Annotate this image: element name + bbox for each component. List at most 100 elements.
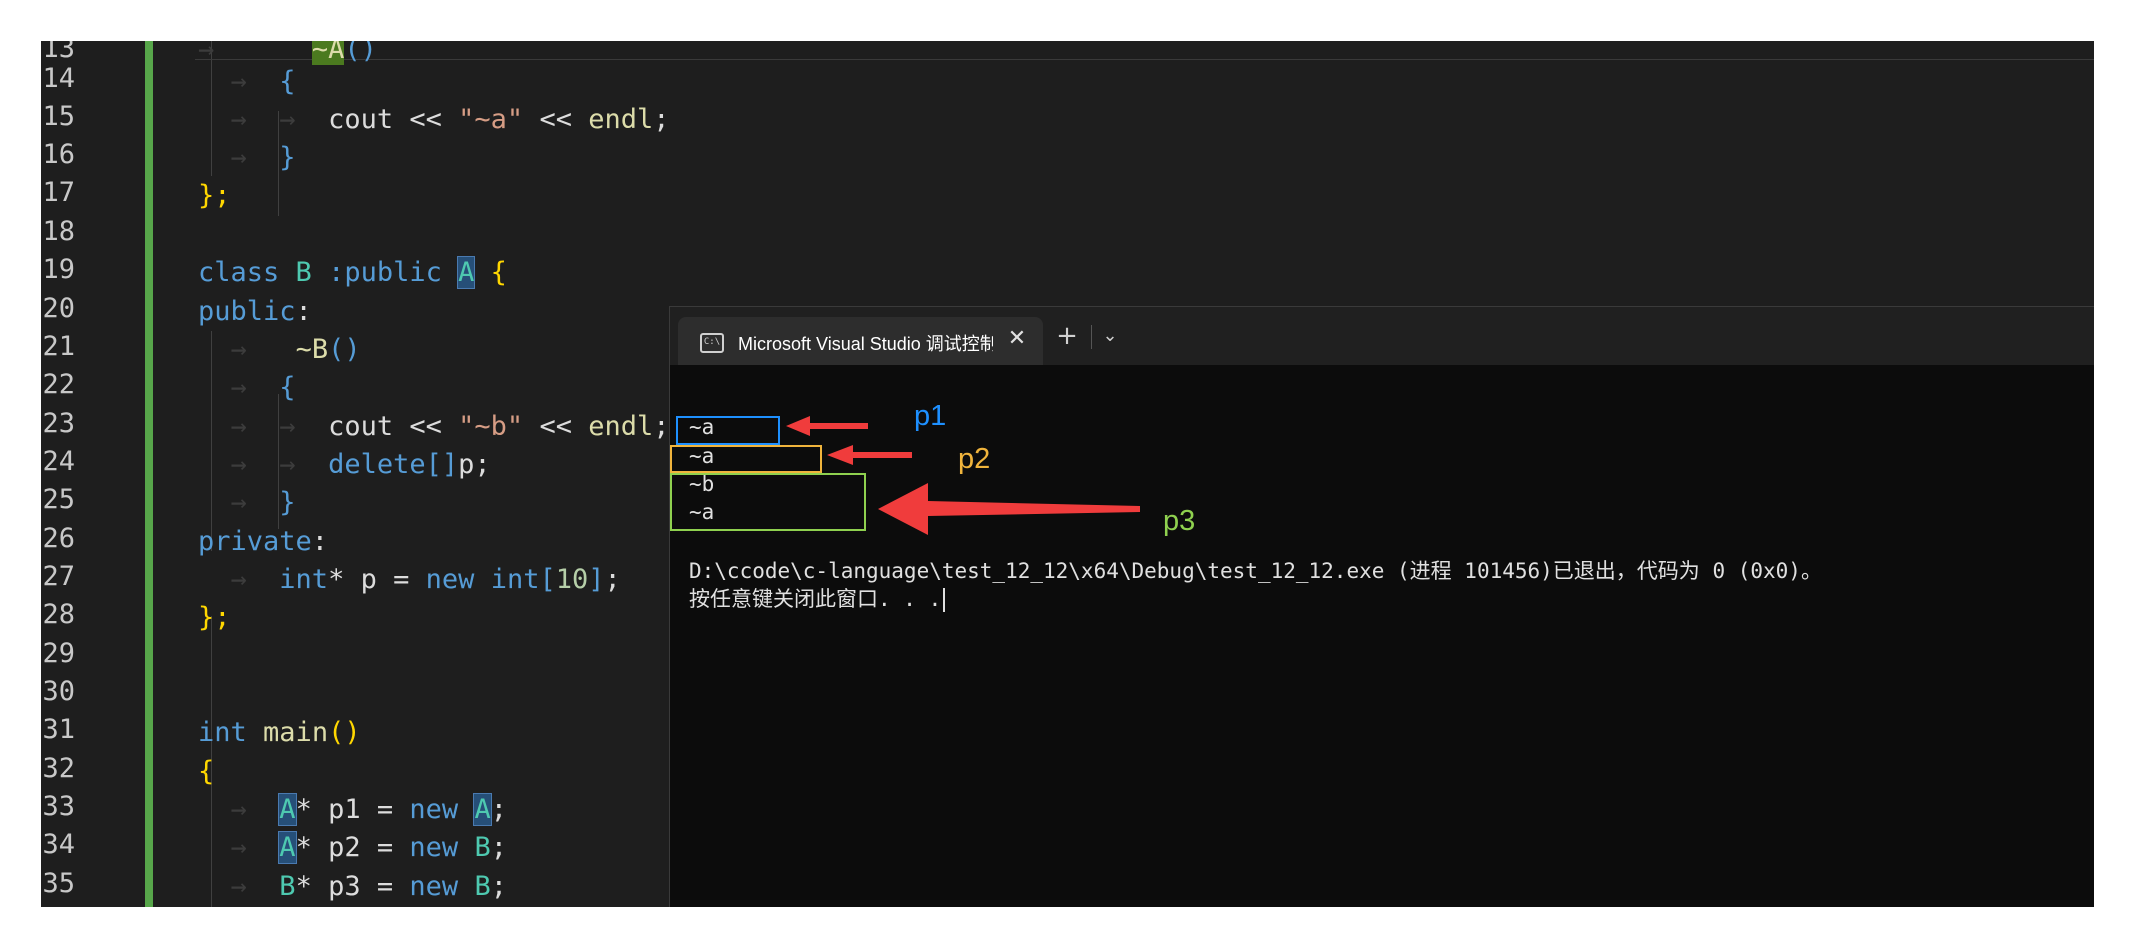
annotation-label-p1: p1: [914, 400, 947, 432]
token: <<: [409, 104, 442, 135]
tab-marker: →: [230, 871, 247, 902]
debug-console-window[interactable]: C:\ Microsoft Visual Studio 调试控制台 ✕ + ⌄ …: [669, 306, 2094, 907]
token: delete: [328, 449, 426, 480]
token: {: [279, 372, 296, 403]
screenshot-frame: 13 14 15 16 17 18 19 20 21 22 23 24 25 2…: [41, 41, 2094, 907]
token: *: [295, 871, 312, 902]
token: <<: [539, 411, 572, 442]
token: 10: [555, 564, 589, 595]
token: =: [376, 832, 394, 863]
code-line-20: public:: [198, 293, 312, 331]
tab-marker: →: [230, 104, 247, 135]
tab-marker: →: [230, 66, 247, 97]
token: {: [279, 66, 296, 97]
tab-marker: →: [198, 41, 215, 65]
token: endl: [588, 411, 654, 442]
line-number: 24: [42, 446, 75, 477]
token: "~b": [458, 411, 524, 442]
line-number: 21: [42, 331, 75, 362]
token: <<: [539, 104, 572, 135]
token: new: [409, 832, 459, 863]
terminal-tab[interactable]: C:\ Microsoft Visual Studio 调试控制台 ✕: [678, 317, 1043, 365]
line-number: 29: [42, 638, 75, 669]
current-line-border: [195, 59, 2094, 60]
token: new: [425, 564, 475, 595]
line-number: 22: [42, 369, 75, 400]
line-number: 31: [42, 714, 75, 745]
token: ;: [653, 411, 670, 442]
code-line-15: → → cout << "~a" << endl;: [198, 101, 670, 139]
token: }: [279, 487, 296, 518]
token: ;: [490, 832, 507, 863]
token: private: [198, 526, 312, 557]
code-line-21: → ~B(): [198, 331, 361, 369]
line-number: 30: [42, 676, 75, 707]
token: B: [295, 257, 312, 288]
token: };: [198, 180, 231, 211]
token: ~B: [295, 334, 329, 365]
code-line-16: → }: [198, 139, 296, 177]
code-line-34: → A* p2 = new B;: [198, 829, 507, 867]
arrow-p1: [786, 416, 868, 436]
token: =: [393, 564, 410, 595]
line-number: 28: [42, 599, 75, 630]
code-line-17: };: [198, 177, 231, 215]
line-number: 18: [42, 216, 75, 247]
token: (): [328, 717, 361, 748]
code-line-19: class B :public A {: [198, 254, 507, 292]
line-number: 23: [42, 408, 75, 439]
arrow-p3: [878, 483, 1140, 535]
line-number: 27: [42, 561, 75, 592]
token: p3: [328, 871, 361, 902]
token: int: [198, 717, 247, 748]
code-line-31: int main(): [198, 714, 361, 752]
token: B: [474, 871, 491, 902]
token: []: [425, 449, 459, 480]
line-number: 35: [42, 868, 75, 899]
tab-marker: →: [230, 487, 247, 518]
code-line-25: → }: [198, 484, 296, 522]
chevron-down-icon[interactable]: ⌄: [1098, 325, 1122, 346]
token: :: [295, 296, 312, 327]
token: new: [409, 794, 459, 825]
close-icon[interactable]: ✕: [1006, 326, 1028, 351]
token: <<: [409, 411, 442, 442]
token: ;: [653, 104, 670, 135]
tab-marker: →: [230, 142, 247, 173]
line-number: 32: [42, 753, 75, 784]
token: "~a": [458, 104, 524, 135]
line-number: 19: [42, 254, 75, 285]
line-number: 34: [42, 829, 75, 860]
code-line-22: → {: [198, 369, 296, 407]
token: public: [198, 296, 296, 327]
console-icon: C:\: [700, 333, 724, 353]
token: [: [539, 564, 556, 595]
line-number: 33: [42, 791, 75, 822]
token: B: [474, 832, 491, 863]
token: ]: [588, 564, 605, 595]
code-line-28: };: [198, 599, 231, 637]
code-line-14: → {: [198, 63, 296, 101]
line-number: 14: [42, 63, 75, 94]
line-number: 13: [42, 41, 75, 64]
code-line-23: → → cout << "~b" << endl;: [198, 408, 670, 446]
token: };: [198, 602, 231, 633]
line-number: 15: [42, 101, 75, 132]
token: :public: [328, 257, 442, 288]
token: (): [328, 334, 361, 365]
token: {: [198, 756, 215, 787]
terminal-tab-bar: C:\ Microsoft Visual Studio 调试控制台 ✕ + ⌄: [670, 307, 2094, 365]
token: class: [198, 257, 280, 288]
tab-marker: →: [230, 334, 247, 365]
tab-marker: →: [230, 832, 247, 863]
token: A: [473, 793, 492, 826]
token: A: [457, 256, 476, 289]
token: A: [278, 831, 297, 864]
token: }: [279, 142, 296, 173]
tab-marker: →: [230, 794, 247, 825]
new-tab-button[interactable]: +: [1052, 321, 1082, 351]
token: {: [490, 257, 507, 288]
token: endl: [588, 104, 654, 135]
code-line-35: → B* p3 = new B;: [198, 868, 507, 906]
token: p;: [458, 449, 491, 480]
